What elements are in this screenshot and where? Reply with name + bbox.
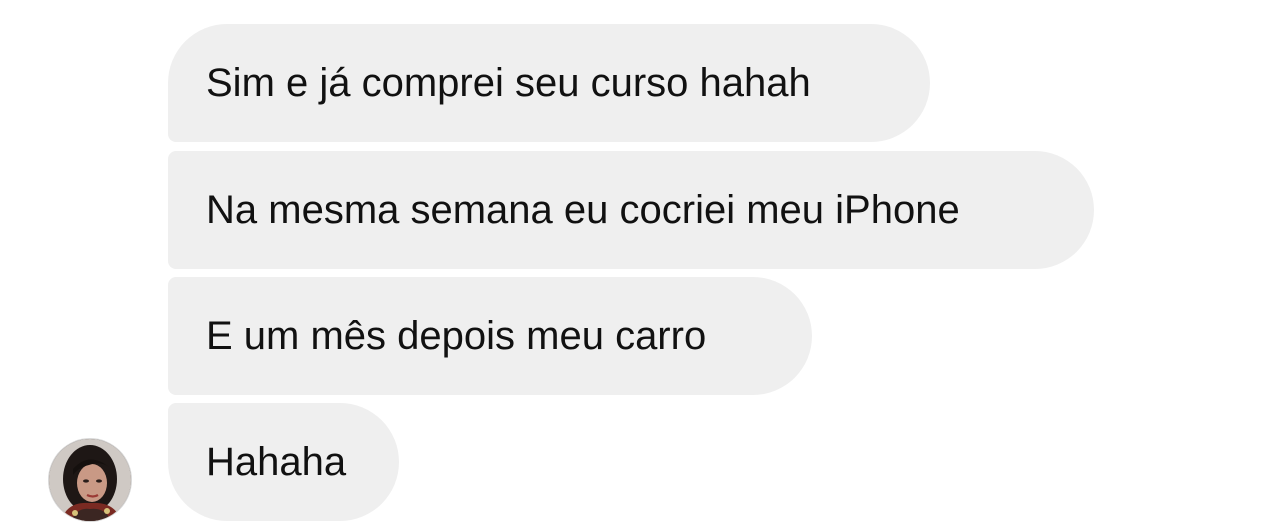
message-bubble[interactable]: Sim e já comprei seu curso hahah	[168, 24, 930, 142]
message-thread: Sim e já comprei seu curso hahah Na mesm…	[0, 0, 1284, 529]
message-bubble[interactable]: Hahaha	[168, 403, 399, 521]
profile-photo-icon	[49, 439, 131, 521]
message-bubble[interactable]: Na mesma semana eu cocriei meu iPhone	[168, 151, 1094, 269]
sender-avatar[interactable]	[49, 439, 131, 521]
message-bubble[interactable]: E um mês depois meu carro	[168, 277, 812, 395]
